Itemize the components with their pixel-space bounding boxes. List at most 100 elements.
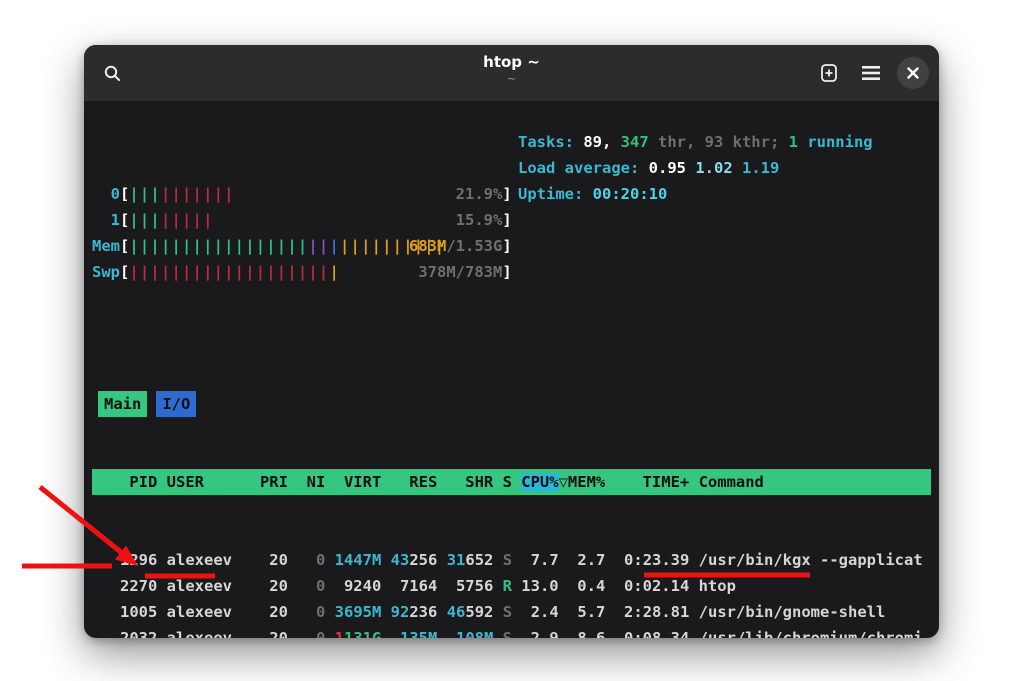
- text-segment: 89,: [583, 133, 620, 151]
- text-segment: [381, 629, 400, 638]
- meter-value: 21.9%: [456, 181, 503, 207]
- text-segment: 7.7 2.7 0:23.39 /usr/bin/kgx --gapplicat: [512, 551, 923, 569]
- close-button[interactable]: [897, 57, 929, 89]
- text-segment: |||: [129, 211, 161, 229]
- text-segment: |||||||||||||||||||: [129, 263, 329, 281]
- meter-bracket: [: [120, 181, 129, 207]
- text-segment: 652: [465, 551, 493, 569]
- text-segment: 43: [391, 551, 410, 569]
- text-segment: [325, 551, 334, 569]
- search-icon: [104, 65, 121, 82]
- new-tab-button[interactable]: [813, 57, 845, 89]
- text-segment: [381, 551, 390, 569]
- text-segment: Uptime:: [518, 185, 593, 203]
- text-segment: [437, 629, 456, 638]
- meter-track: ||||||||||||||||||||||||||||||683M/1.53G: [129, 233, 502, 259]
- meter-value: 378M/783M: [418, 259, 502, 285]
- text-segment: [381, 603, 390, 621]
- text-segment: [493, 551, 502, 569]
- text-segment: 0: [297, 629, 325, 638]
- text-segment: 13.0 0.4 0:02.14 htop: [512, 577, 736, 595]
- text-segment: PID USER PRI NI VIRT RES SHR S: [92, 473, 521, 491]
- tasks-line: Tasks: 89, 347 thr, 93 kthr; 1 running: [518, 129, 873, 155]
- text-segment: 0: [297, 551, 325, 569]
- memory-meter: Mem[||||||||||||||||||||||||||||||683M/1…: [92, 233, 931, 259]
- summary-block: Tasks: 89, 347 thr, 93 kthr; 1 runningLo…: [518, 129, 873, 207]
- window-title: htop ~: [84, 52, 939, 72]
- text-segment: |: [329, 237, 340, 255]
- meter-label: Mem: [92, 233, 120, 259]
- text-segment: 1447M: [335, 551, 382, 569]
- process-table-header[interactable]: PID USER PRI NI VIRT RES SHR S CPU%▽MEM%…: [92, 469, 931, 495]
- text-segment: running: [807, 133, 872, 151]
- text-segment: 92: [391, 603, 410, 621]
- text-segment: R: [503, 577, 512, 595]
- screen-tabs: Main I/O: [92, 391, 931, 417]
- close-icon: [907, 67, 919, 79]
- text-segment: 0: [297, 577, 325, 595]
- search-button[interactable]: [96, 57, 128, 89]
- text-segment: thr, 93 kthr;: [658, 133, 789, 151]
- terminal: 0[||||||||||21.9%] 1[||||||||15.9%]Mem[|…: [84, 101, 939, 638]
- hamburger-icon: [862, 66, 880, 80]
- text-segment: [325, 603, 334, 621]
- text-segment: |||||: [161, 211, 214, 229]
- meter-track: |||||||| 15.9%: [129, 207, 502, 233]
- text-segment: 1.02: [695, 159, 742, 177]
- cpu-1-meter: 1[||||||||15.9%]: [92, 207, 931, 233]
- process-row[interactable]: 1005 alexeev 20 0 3695M 92236 46592 S 2.…: [92, 599, 931, 625]
- text-segment: 108M: [456, 629, 493, 638]
- titlebar: htop ~ ~: [84, 45, 939, 101]
- text-segment: |: [329, 263, 340, 281]
- process-row[interactable]: 1296 alexeev 20 0 1447M 43256 31652 S 7.…: [92, 547, 931, 573]
- text-segment: CPU%: [521, 473, 558, 491]
- load-average-line: Load average: 0.95 1.02 1.19: [518, 155, 873, 181]
- text-segment: [437, 603, 446, 621]
- meter-track: |||||||||| 21.9%: [129, 181, 502, 207]
- window-subtitle: ~: [84, 72, 939, 86]
- uptime-line: Uptime: 00:20:10: [518, 181, 873, 207]
- meter-track: |||||||||||||||||||| 378M/783M: [129, 259, 502, 285]
- meter-bracket: ]: [502, 181, 511, 207]
- text-segment: 347: [621, 133, 658, 151]
- meter-bracket: [: [120, 233, 129, 259]
- text-segment: 2032 alexeev 20: [92, 629, 297, 638]
- text-segment: 1: [335, 629, 344, 638]
- text-segment: 0.95: [649, 159, 696, 177]
- text-segment: 2.4 5.7 2:28.81 /usr/bin/gnome-shell: [512, 603, 885, 621]
- text-segment: 9240 7164 5756: [325, 577, 502, 595]
- tab-io[interactable]: I/O: [156, 391, 196, 417]
- text-segment: [493, 603, 502, 621]
- text-segment: 592: [465, 603, 493, 621]
- text-segment: S: [503, 629, 512, 638]
- meter-label: Swp: [92, 259, 120, 285]
- text-segment: 1005 alexeev 20: [92, 603, 297, 621]
- text-segment: 0: [297, 603, 325, 621]
- text-segment: |||||||||||||||||: [129, 237, 308, 255]
- process-row[interactable]: 2270 alexeev 20 0 9240 7164 5756 R 13.0 …: [92, 573, 931, 599]
- process-row[interactable]: 2032 alexeev 20 0 1131G 135M 108M S 2.9 …: [92, 625, 931, 638]
- text-segment: 2270 alexeev 20: [92, 577, 297, 595]
- meter-value: 683M/1.53G: [409, 233, 502, 259]
- text-segment: |||: [129, 185, 161, 203]
- text-segment: ||: [308, 237, 329, 255]
- text-segment: 1296 alexeev 20: [92, 551, 297, 569]
- text-segment: 135M: [400, 629, 437, 638]
- text-segment: 2.9 8.6 0:08.34 /usr/lib/chromium/chromi: [512, 629, 923, 638]
- text-segment: |||||||: [161, 185, 235, 203]
- text-segment: 46: [447, 603, 466, 621]
- text-segment: 1: [789, 133, 808, 151]
- meter-bracket: ]: [502, 207, 511, 233]
- text-segment: 15.9%: [456, 211, 503, 229]
- meter-bracket: [: [120, 207, 129, 233]
- swap-meter: Swp[||||||||||||||||||||378M/783M]: [92, 259, 931, 285]
- text-segment: Load average:: [518, 159, 649, 177]
- text-segment: 1.19: [742, 159, 779, 177]
- console-window: htop ~ ~: [84, 45, 939, 638]
- text-segment: S: [503, 603, 512, 621]
- text-segment: 683M: [409, 237, 446, 255]
- text-segment: [437, 551, 446, 569]
- text-segment: 31: [447, 551, 466, 569]
- tab-main[interactable]: Main: [98, 391, 147, 417]
- menu-button[interactable]: [855, 57, 887, 89]
